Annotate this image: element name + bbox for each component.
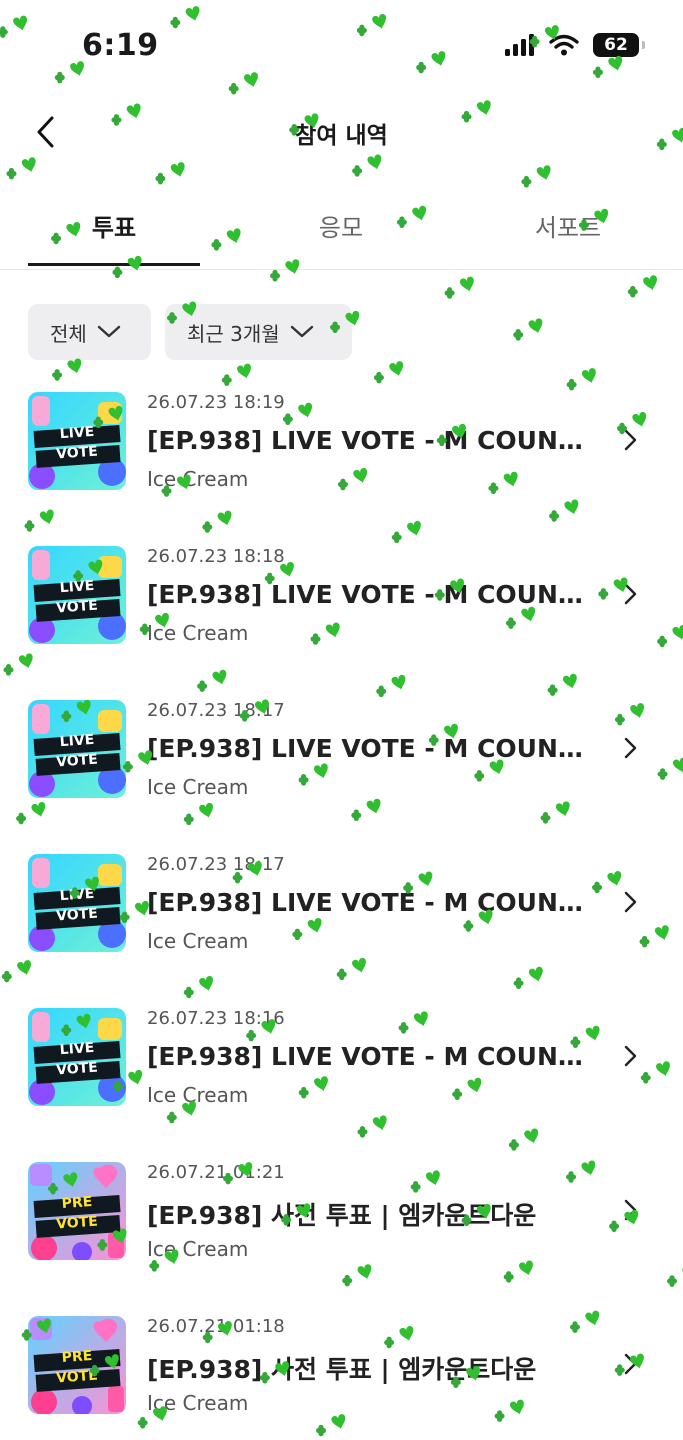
filter-period-dropdown[interactable]: 최근 3개월 bbox=[165, 304, 352, 360]
vote-title: [EP.938] 사전 투표 | 엠카운트다운 bbox=[147, 1201, 537, 1230]
chevron-down-icon bbox=[290, 325, 313, 338]
vote-thumbnail: LIVE VOTE bbox=[28, 546, 126, 644]
green-heart-icon bbox=[389, 361, 404, 377]
clover-icon bbox=[6, 167, 17, 180]
green-heart-icon bbox=[643, 275, 657, 291]
tab-indicator bbox=[28, 263, 200, 266]
heart-clover-sticker bbox=[444, 276, 474, 299]
heart-clover-sticker bbox=[627, 275, 657, 298]
wifi-icon bbox=[549, 34, 579, 56]
vote-artist: Ice Cream bbox=[147, 1391, 249, 1415]
vote-title: [EP.938] LIVE VOTE - M COUNTDOWN bbox=[147, 888, 587, 917]
chevron-right-icon bbox=[624, 1353, 637, 1375]
heart-clover-sticker bbox=[521, 165, 551, 188]
clover-icon bbox=[155, 172, 166, 185]
vote-thumbnail: PRE VOTE bbox=[28, 1316, 126, 1414]
green-heart-icon bbox=[536, 165, 551, 181]
clover-icon bbox=[521, 175, 532, 188]
tab-support[interactable]: 서포트 bbox=[482, 208, 654, 243]
vote-artist: Ice Cream bbox=[147, 1083, 249, 1107]
status-time: 6:19 bbox=[82, 28, 159, 63]
tab-vote[interactable]: 투표 bbox=[28, 208, 200, 243]
vote-date: 26.07.21 01:21 bbox=[147, 1162, 285, 1183]
green-heart-icon bbox=[459, 276, 474, 292]
vote-thumbnail: LIVE VOTE bbox=[28, 700, 126, 798]
heart-clover-sticker bbox=[513, 318, 543, 341]
filter-period-label: 최근 3개월 bbox=[187, 321, 280, 346]
vote-date: 26.07.23 18:17 bbox=[147, 700, 285, 721]
cellular-signal-icon bbox=[505, 34, 534, 56]
clover-icon bbox=[270, 269, 281, 282]
page-title: 참여 내역 bbox=[295, 123, 388, 149]
vote-artist: Ice Cream bbox=[147, 929, 249, 953]
vote-date: 26.07.23 18:19 bbox=[147, 392, 285, 413]
chevron-right-icon bbox=[624, 429, 637, 451]
vote-date: 26.07.23 18:18 bbox=[147, 546, 285, 567]
green-heart-icon bbox=[237, 363, 251, 379]
vote-date: 26.07.21 01:18 bbox=[147, 1316, 285, 1337]
clover-icon bbox=[352, 165, 363, 177]
clover-icon bbox=[444, 287, 455, 299]
list-item[interactable]: PRE VOTE 26.07.21 01:18 [EP.938] 사전 투표 |… bbox=[0, 1304, 683, 1440]
filter-all-label: 전체 bbox=[50, 321, 87, 346]
green-heart-icon bbox=[528, 318, 543, 334]
heart-clover-sticker bbox=[52, 358, 82, 381]
status-icons: 62 bbox=[505, 33, 645, 57]
vote-history-list: LIVE VOTE 26.07.23 18:19 [EP.938] LIVE V… bbox=[0, 380, 683, 1440]
chevron-right-icon bbox=[624, 737, 637, 759]
battery-icon: 62 bbox=[593, 33, 645, 57]
vote-thumbnail: PRE VOTE bbox=[28, 1162, 126, 1260]
vote-artist: Ice Cream bbox=[147, 775, 249, 799]
vote-title: [EP.938] LIVE VOTE - M COUNTDOWN bbox=[147, 426, 587, 455]
vote-thumbnail: LIVE VOTE bbox=[28, 854, 126, 952]
vote-artist: Ice Cream bbox=[147, 467, 249, 491]
filter-all-dropdown[interactable]: 전체 bbox=[28, 304, 151, 360]
chevron-right-icon bbox=[624, 891, 637, 913]
clover-icon bbox=[52, 369, 63, 381]
vote-thumbnail: LIVE VOTE bbox=[28, 1008, 126, 1106]
chevron-right-icon bbox=[624, 1199, 637, 1221]
vote-thumbnail: LIVE VOTE bbox=[28, 392, 126, 490]
vote-date: 26.07.23 18:16 bbox=[147, 1008, 285, 1029]
status-bar: 6:19 62 bbox=[0, 0, 683, 90]
chevron-down-icon bbox=[97, 325, 121, 338]
vote-title: [EP.938] LIVE VOTE - M COUNTDOWN bbox=[147, 580, 587, 609]
clover-icon bbox=[513, 328, 524, 341]
list-item[interactable]: LIVE VOTE 26.07.23 18:17 [EP.938] LIVE V… bbox=[0, 688, 683, 842]
chevron-right-icon bbox=[624, 583, 637, 605]
vote-artist: Ice Cream bbox=[147, 1237, 249, 1261]
list-item[interactable]: PRE VOTE 26.07.21 01:21 [EP.938] 사전 투표 |… bbox=[0, 1150, 683, 1304]
list-item[interactable]: LIVE VOTE 26.07.23 18:17 [EP.938] LIVE V… bbox=[0, 842, 683, 996]
vote-date: 26.07.23 18:17 bbox=[147, 854, 285, 875]
vote-artist: Ice Cream bbox=[147, 621, 249, 645]
nav-bar: 참여 내역 bbox=[0, 100, 683, 164]
tab-bar: 투표 응모 서포트 bbox=[0, 190, 683, 270]
green-heart-icon bbox=[67, 358, 82, 374]
tab-entry[interactable]: 응모 bbox=[255, 208, 427, 243]
battery-level: 62 bbox=[604, 35, 628, 55]
heart-clover-sticker bbox=[155, 162, 185, 185]
list-item[interactable]: LIVE VOTE 26.07.23 18:18 [EP.938] LIVE V… bbox=[0, 534, 683, 688]
list-item[interactable]: LIVE VOTE 26.07.23 18:19 [EP.938] LIVE V… bbox=[0, 380, 683, 534]
clover-icon bbox=[627, 285, 638, 298]
vote-title: [EP.938] 사전 투표 | 엠카운트다운 bbox=[147, 1355, 537, 1384]
list-item[interactable]: LIVE VOTE 26.07.23 18:16 [EP.938] LIVE V… bbox=[0, 996, 683, 1150]
vote-title: [EP.938] LIVE VOTE - M COUNTDOWN bbox=[147, 734, 587, 763]
chevron-right-icon bbox=[624, 1045, 637, 1067]
vote-title: [EP.938] LIVE VOTE - M COUNTDOWN bbox=[147, 1042, 587, 1071]
